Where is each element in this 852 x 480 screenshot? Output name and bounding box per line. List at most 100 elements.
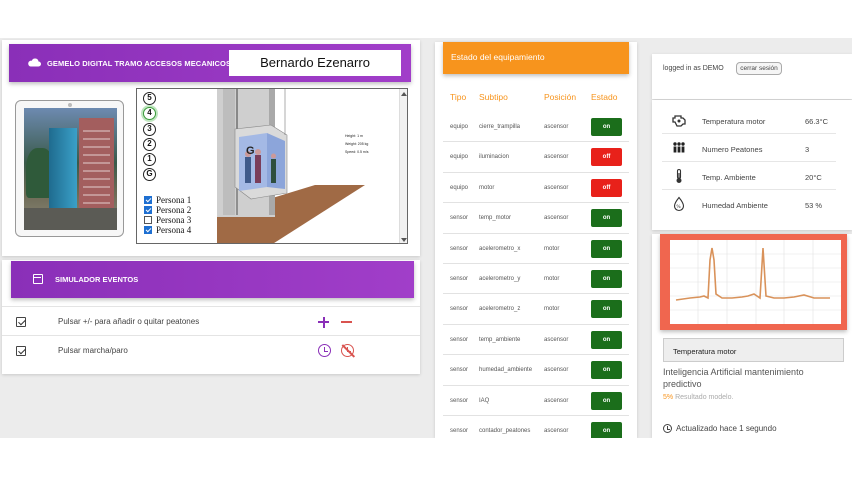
person-row[interactable]: Persona 2	[144, 205, 191, 215]
thermometer-icon	[676, 168, 682, 183]
person-row[interactable]: Persona 1	[144, 195, 191, 205]
equipment-state-button[interactable]: on	[591, 361, 622, 380]
equipment-subtipo: iluminacion	[479, 154, 510, 161]
equipment-subtipo: IAQ	[479, 397, 490, 404]
scroll-up-arrow-icon[interactable]	[401, 92, 407, 96]
model-result: 5% Resultado modelo.	[663, 394, 733, 401]
digital-twin-card: GEMELO DIGITAL TRAMO ACCESOS MECANICOS B…	[2, 40, 420, 256]
equipment-posicion: ascensor	[544, 397, 569, 404]
equipment-state-button[interactable]: on	[591, 422, 622, 438]
equipment-subtipo: acelerometro_x	[479, 245, 521, 252]
model-result-percent: 5%	[663, 394, 674, 401]
scroll-down-arrow-icon[interactable]	[401, 238, 407, 242]
weight-spec: Weight: 205 kg	[345, 142, 369, 146]
equipment-row: sensor temp_motor ascensor on	[443, 203, 629, 234]
equipment-status-header: Estado del equipamiento	[443, 42, 629, 74]
floor-button-1[interactable]: 1	[143, 153, 156, 167]
calendar-icon	[33, 274, 43, 284]
equipment-posicion: motor	[544, 306, 560, 313]
digital-twin-title: GEMELO DIGITAL TRAMO ACCESOS MECANICOS	[47, 59, 232, 68]
sensor-label: Temperatura motor	[702, 117, 766, 126]
height-spec: Height: 1 m	[345, 134, 363, 138]
sensor-label: Temp. Ambiente	[702, 173, 756, 182]
equipment-tipo: sensor	[450, 276, 469, 282]
sensor-value: 66.3°C	[805, 117, 829, 126]
last-updated-text: Actualizado hace 1 segundo	[676, 424, 777, 433]
floor-button-g[interactable]: G	[143, 168, 156, 182]
equipment-state-button[interactable]: off	[591, 178, 622, 197]
equipment-subtipo: acelerometro_z	[479, 306, 521, 313]
person-checkbox[interactable]	[144, 216, 152, 224]
floor-button-2[interactable]: 2	[143, 137, 156, 151]
equipment-state-button[interactable]: off	[591, 148, 622, 167]
column-header-subtipo: Subtipo	[479, 92, 508, 102]
tablet-camera	[68, 103, 72, 107]
person-row[interactable]: Persona 3	[144, 215, 191, 225]
persons-list: Persona 1 Persona 2 Persona 3 Persona 4	[144, 195, 191, 235]
selected-signal-dropdown[interactable]: Temperatura motor	[663, 338, 844, 362]
event-simulator-card: SIMULADOR EVENTOS Pulsar +/- para añadir…	[2, 260, 420, 374]
equipment-posicion: ascensor	[544, 428, 569, 434]
equipment-subtipo: temp_ambiente	[479, 336, 521, 343]
elevator-3d-view[interactable]: 5 4 3 2 1 G Persona 1 Persona 2 Persona …	[136, 88, 408, 244]
signal-chart-frame	[660, 234, 847, 330]
equipment-tipo: sensor	[450, 428, 469, 434]
equipment-row: sensor contador_peatones ascensor on	[443, 416, 629, 438]
equipment-row: sensor temp_ambiente ascensor on	[443, 325, 629, 356]
equipment-state-button[interactable]: on	[591, 300, 622, 319]
person-checkbox[interactable]	[144, 196, 152, 204]
floor-button-4[interactable]: 4	[143, 107, 156, 121]
sensor-label: Humedad Ambiente	[702, 201, 768, 210]
remove-pedestrian-minus-icon[interactable]	[341, 321, 352, 323]
person-checkbox[interactable]	[144, 206, 152, 214]
ai-maintenance-title: Inteligencia Artificial mantenimiento pr…	[663, 367, 804, 389]
equipment-row: equipo cierre_trampilla ascensor on	[443, 112, 629, 143]
alarm-clock-off-icon[interactable]	[341, 344, 354, 357]
equipment-state-button[interactable]: on	[591, 209, 622, 228]
clock-icon	[663, 424, 672, 433]
logged-in-text: logged in as DEMO	[663, 65, 724, 72]
equipment-row: sensor humedad_ambiente ascensor on	[443, 355, 629, 386]
equipment-row: equipo iluminacion ascensor off	[443, 142, 629, 173]
equipment-posicion: ascensor	[544, 336, 569, 343]
sensor-row-humidity: % Humedad Ambiente 53 %	[662, 190, 836, 218]
tablet-preview	[15, 100, 124, 237]
equipment-tipo: sensor	[450, 245, 469, 252]
engine-icon	[672, 115, 686, 127]
vertical-scrollbar[interactable]	[399, 89, 407, 243]
person-checkbox[interactable]	[144, 226, 152, 234]
add-pedestrian-plus-icon[interactable]	[318, 316, 329, 328]
person-label: Persona 1	[156, 195, 192, 205]
building-photo	[24, 108, 117, 230]
logout-button[interactable]: cerrar sesión	[736, 62, 782, 75]
alarm-clock-start-icon[interactable]	[318, 344, 331, 357]
equipment-posicion: ascensor	[544, 215, 569, 222]
sensor-value: 3	[805, 145, 810, 154]
person-label: Persona 2	[156, 205, 192, 215]
column-header-posicion: Posición	[544, 92, 577, 102]
equipment-tipo: equipo	[450, 154, 469, 161]
sensor-value: 20°C	[805, 173, 822, 182]
equipment-state-button[interactable]: on	[591, 330, 622, 349]
column-header-estado: Estado	[591, 92, 618, 102]
equipment-state-button[interactable]: on	[591, 239, 622, 258]
sensor-row-pedestrians: Numero Peatones 3	[662, 134, 836, 162]
predictive-maintenance-card: Temperatura motor Inteligencia Artificia…	[652, 234, 852, 438]
sensor-row-ambient-temp: Temp. Ambiente 20°C	[662, 162, 836, 190]
sensor-label: Numero Peatones	[702, 145, 763, 154]
person-row[interactable]: Persona 4	[144, 225, 191, 235]
equipment-posicion: ascensor	[544, 124, 569, 130]
equipment-posicion: ascensor	[544, 367, 569, 374]
equipment-state-button[interactable]: on	[591, 118, 622, 136]
signal-trace	[675, 247, 830, 301]
floor-button-5[interactable]: 5	[143, 92, 156, 105]
floor-button-3[interactable]: 3	[143, 122, 156, 136]
app-viewport: GEMELO DIGITAL TRAMO ACCESOS MECANICOS B…	[0, 38, 852, 438]
floor-buttons: 5 4 3 2 1 G	[143, 92, 159, 184]
equipment-state-button[interactable]: on	[591, 391, 622, 410]
equipment-posicion: motor	[544, 245, 560, 252]
session-card: logged in as DEMO cerrar sesión	[652, 54, 852, 99]
equipment-state-button[interactable]: on	[591, 270, 622, 288]
equipment-tipo: sensor	[450, 397, 469, 404]
speed-spec: Speed: 0.5 m/s	[345, 150, 369, 154]
